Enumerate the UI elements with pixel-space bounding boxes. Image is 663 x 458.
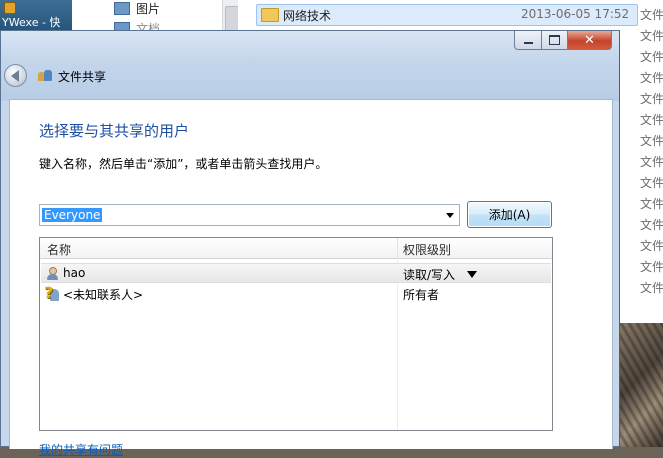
nav-item-pictures[interactable]: 图片: [114, 0, 160, 17]
file-type: 文件: [640, 8, 663, 22]
list-header: 名称 权限级别: [40, 238, 552, 259]
file-type: 文件: [640, 239, 663, 253]
close-button[interactable]: ✕: [568, 31, 612, 50]
permission-level[interactable]: 读取/写入: [403, 266, 455, 283]
dialog-heading: 选择要与其共享的用户: [39, 122, 190, 140]
file-type: 文件: [640, 113, 663, 127]
dialog-content: 选择要与其共享的用户 键入名称，然后单击“添加”，或者单击箭头查找用户。 Eve…: [9, 99, 613, 457]
file-type: 文件: [640, 218, 663, 232]
file-type: 文件: [640, 176, 663, 190]
user-icon: [47, 267, 58, 280]
table-row[interactable]: ? <未知联系人> 所有者: [41, 283, 551, 304]
add-button[interactable]: 添加(A): [467, 201, 552, 228]
unknown-contact-icon: ?: [44, 283, 60, 302]
dialog-title: 文件共享: [58, 70, 107, 84]
user-name: hao: [63, 266, 86, 280]
dropdown-arrow-icon[interactable]: [446, 213, 454, 218]
back-button[interactable]: [4, 64, 27, 87]
maximize-button[interactable]: [542, 31, 568, 50]
app-icon: [4, 2, 16, 14]
window-controls: ✕: [514, 31, 612, 50]
maximize-icon: [549, 35, 560, 45]
file-type: 文件: [640, 29, 663, 43]
file-name: 网络技术: [283, 9, 332, 23]
user-name: <未知联系人>: [63, 288, 144, 302]
file-type: 文件: [640, 197, 663, 211]
taskbar-fragment-label: YWexe - 快: [2, 16, 61, 29]
file-type: 文件: [640, 50, 663, 64]
desktop-photo-fragment: [618, 323, 663, 447]
user-input[interactable]: Everyone: [42, 208, 103, 222]
column-header-name[interactable]: 名称: [47, 241, 71, 258]
file-type: 文件: [640, 92, 663, 106]
table-row[interactable]: hao 读取/写入: [41, 263, 551, 283]
column-header-permission[interactable]: 权限级别: [403, 241, 451, 258]
folder-icon: [261, 8, 279, 22]
minimize-icon: [523, 42, 533, 44]
file-date: 2013-06-05 17:52: [521, 7, 630, 21]
close-icon: ✕: [584, 32, 595, 48]
minimize-button[interactable]: [514, 31, 542, 50]
user-combobox[interactable]: Everyone: [39, 204, 460, 226]
file-type: 文件: [640, 71, 663, 85]
file-type: 文件: [640, 260, 663, 274]
instruction-text: 键入名称，然后单击“添加”，或者单击箭头查找用户。: [39, 157, 328, 171]
file-sharing-dialog: ✕ 文件共享 选择要与其共享的用户 键入名称，然后单击“添加”，或者单击箭头查找…: [0, 30, 620, 457]
column-divider[interactable]: [397, 238, 398, 258]
sharing-help-link[interactable]: 我的共享有问题: [39, 441, 123, 458]
file-type: 文件: [640, 281, 663, 295]
back-arrow-icon: [10, 69, 19, 82]
nav-item-label: 图片: [136, 2, 161, 16]
file-type: 文件: [640, 134, 663, 148]
file-row-selected[interactable]: 网络技术 2013-06-05 17:52: [256, 4, 638, 26]
file-type: 文件: [640, 155, 663, 169]
share-users-list: 名称 权限级别 hao 读取/写入 ? <未知联系人> 所有者: [39, 237, 553, 431]
permission-dropdown-icon[interactable]: [467, 271, 477, 278]
permission-level: 所有者: [403, 288, 440, 302]
file-sharing-icon: [38, 69, 53, 83]
pictures-icon: [114, 2, 130, 15]
